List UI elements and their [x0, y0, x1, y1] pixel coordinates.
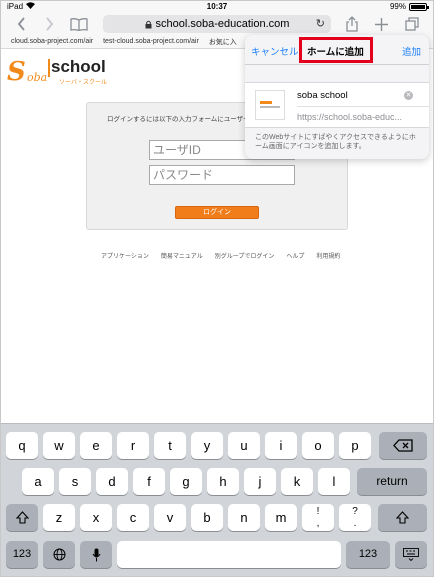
space-key[interactable]: [117, 541, 341, 568]
key-g[interactable]: g: [170, 468, 202, 495]
bookmarks-button[interactable]: [69, 15, 89, 33]
key-e[interactable]: e: [80, 432, 112, 459]
key-exclaim-comma[interactable]: ! ,: [302, 504, 334, 531]
popover-header: キャンセル ホームに追加 追加: [245, 35, 429, 65]
book-icon: [70, 17, 88, 31]
footer-link[interactable]: アプリケーション: [101, 251, 149, 260]
return-key[interactable]: return: [357, 468, 427, 495]
tabs-icon: [405, 17, 419, 31]
footer-link[interactable]: 簡易マニュアル: [161, 251, 203, 260]
key-j[interactable]: j: [244, 468, 276, 495]
shortcut-details: soba school ✕ https://school.soba-educ..…: [245, 82, 429, 128]
add-to-home-popover: キャンセル ホームに追加 追加 soba school ✕ https://sc…: [245, 35, 429, 159]
key-p[interactable]: p: [339, 432, 371, 459]
key-b[interactable]: b: [191, 504, 223, 531]
microphone-icon: [92, 548, 100, 562]
highlight-box: [299, 37, 373, 63]
logo-bar: [48, 59, 50, 77]
globe-key[interactable]: [43, 541, 75, 568]
key-r[interactable]: r: [117, 432, 149, 459]
chevron-left-icon: [17, 17, 25, 31]
key-k[interactable]: k: [281, 468, 313, 495]
password-input[interactable]: パスワード: [149, 165, 295, 185]
numbers-key[interactable]: 123: [6, 541, 38, 568]
shift-right-key[interactable]: [378, 504, 427, 531]
key-f[interactable]: f: [133, 468, 165, 495]
logo-school: school: [51, 57, 106, 76]
key-w[interactable]: w: [43, 432, 75, 459]
shortcut-name-input[interactable]: soba school: [297, 90, 348, 101]
login-button[interactable]: ログイン: [175, 206, 259, 219]
key-h[interactable]: h: [207, 468, 239, 495]
thumbnail-text: [260, 106, 280, 108]
key-y[interactable]: y: [191, 432, 223, 459]
status-time: 10:37: [206, 2, 228, 11]
new-tab-button[interactable]: [373, 15, 389, 33]
row-divider: [297, 106, 429, 107]
keyboard-hide-icon: [403, 548, 419, 562]
key-z[interactable]: z: [43, 504, 75, 531]
logo-oba: oba: [27, 71, 48, 84]
clear-text-icon[interactable]: ✕: [404, 91, 413, 100]
share-icon: [346, 16, 358, 32]
url-text: school.soba-education.com: [155, 18, 290, 30]
share-button[interactable]: [344, 15, 360, 33]
bookmark-link[interactable]: test-cloud.soba-project.com/air: [103, 38, 199, 45]
globe-icon: [53, 548, 65, 561]
tabs-button[interactable]: [403, 15, 421, 33]
delete-icon: [393, 439, 413, 452]
key-t[interactable]: t: [154, 432, 186, 459]
logo-s: S: [7, 57, 26, 87]
shift-icon: [395, 511, 410, 524]
footer-link[interactable]: ヘルプ: [286, 251, 304, 260]
key-u[interactable]: u: [228, 432, 260, 459]
key-q[interactable]: q: [6, 432, 38, 459]
footer-link[interactable]: 別グループでログイン: [215, 251, 275, 260]
key-m[interactable]: m: [265, 504, 297, 531]
key-v[interactable]: v: [154, 504, 186, 531]
soba-school-logo[interactable]: S oba school ソーバ・スクール: [7, 55, 107, 89]
footer-link[interactable]: 利用規約: [316, 251, 340, 260]
key-i[interactable]: i: [265, 432, 297, 459]
forward-button[interactable]: [41, 15, 57, 33]
key-x[interactable]: x: [80, 504, 112, 531]
status-right: 99%: [389, 2, 429, 11]
key-d[interactable]: d: [96, 468, 128, 495]
popover-note: このWebサイトにすばやくアクセスできるようにホーム画面にアイコンを追加します。: [255, 134, 416, 150]
status-bar: iPad 10:37 99%: [1, 1, 433, 13]
key-n[interactable]: n: [228, 504, 260, 531]
on-screen-keyboard: q w e r t y u i o p a s d f g h j k l re…: [1, 423, 433, 576]
key-o[interactable]: o: [302, 432, 334, 459]
add-button[interactable]: 追加: [402, 44, 421, 58]
plus-icon: [374, 17, 388, 31]
key-s[interactable]: s: [59, 468, 91, 495]
logo-subtitle: ソーバ・スクール: [59, 80, 107, 86]
battery-percent: 99%: [389, 2, 406, 11]
key-question-period[interactable]: ? .: [339, 504, 371, 531]
url-bar[interactable]: school.soba-education.com ↻: [103, 15, 331, 33]
back-button[interactable]: [13, 15, 29, 33]
cancel-button[interactable]: キャンセル: [251, 44, 299, 58]
hide-keyboard-key[interactable]: [395, 541, 427, 568]
delete-key[interactable]: [379, 432, 427, 459]
site-thumbnail: [255, 90, 285, 120]
chevron-right-icon: [45, 17, 53, 31]
numbers-key-right[interactable]: 123: [346, 541, 390, 568]
dictation-key[interactable]: [80, 541, 112, 568]
bookmark-link[interactable]: cloud.soba-project.com/air: [11, 38, 93, 45]
key-c[interactable]: c: [117, 504, 149, 531]
battery-icon: [409, 2, 429, 11]
shift-left-key[interactable]: [6, 504, 38, 531]
shortcut-url: https://school.soba-educ...: [297, 112, 403, 122]
lock-icon: [145, 20, 152, 28]
shift-icon: [15, 511, 29, 524]
key-l[interactable]: l: [318, 468, 350, 495]
thumbnail-logo: [260, 101, 272, 104]
bookmark-link[interactable]: お気に入: [209, 37, 237, 47]
key-a[interactable]: a: [22, 468, 54, 495]
reload-icon[interactable]: ↻: [316, 17, 325, 30]
ipad-screen: iPad 10:37 99% school.soba-education.com…: [0, 0, 434, 577]
browser-toolbar: school.soba-education.com ↻: [1, 13, 433, 35]
footer-links: アプリケーション 簡易マニュアル 別グループでログイン ヘルプ 利用規約: [101, 251, 340, 260]
